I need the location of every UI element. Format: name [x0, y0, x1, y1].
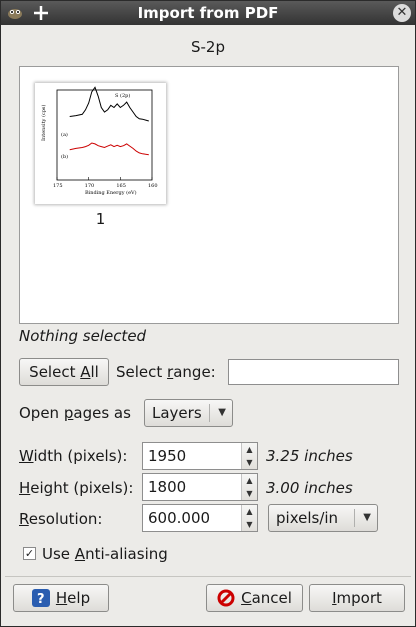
height-label: Height (pixels):	[19, 479, 134, 497]
combo-divider	[354, 509, 355, 527]
antialias-checkbox[interactable]: ✓	[23, 547, 36, 560]
import-button[interactable]: Import	[309, 584, 405, 612]
select-all-button[interactable]: Select All	[19, 358, 109, 386]
x-tick-label-1: 170	[85, 183, 95, 189]
legend-series-a: (a)	[61, 131, 68, 138]
open-pages-as-select[interactable]: Layers ▼	[144, 399, 233, 427]
open-pages-as-value: Layers	[152, 404, 202, 422]
page-thumbnail[interactable]: Intensity (cps) S (2p) (a) (b) 175 170 165…	[35, 83, 166, 204]
help-label: Help	[55, 589, 91, 607]
select-range-label: Select range:	[116, 363, 216, 381]
svg-text:?: ?	[37, 592, 45, 607]
spin-up-icon[interactable]: ▲	[242, 505, 257, 518]
resolution-unit-value: pixels/in	[276, 509, 339, 527]
cancel-icon	[217, 589, 235, 607]
x-tick-label-3: 160	[148, 183, 158, 189]
x-tick-label-2: 165	[116, 183, 126, 189]
spin-down-icon[interactable]: ▼	[242, 518, 257, 531]
series-line-0	[69, 86, 149, 122]
spin-down-icon[interactable]: ▼	[242, 456, 257, 469]
width-inches-hint: 3.25 inches	[266, 447, 353, 465]
y-axis-label: Intensity (cps)	[40, 105, 47, 141]
resolution-label: Resolution:	[19, 510, 103, 528]
import-label: Import	[332, 589, 382, 607]
plot-frame	[56, 89, 153, 181]
width-label: Width (pixels):	[19, 447, 128, 465]
spin-up-icon[interactable]: ▲	[242, 474, 257, 487]
antialias-label[interactable]: Use Anti-aliasing	[42, 545, 168, 563]
help-icon: ?	[31, 589, 50, 607]
x-axis-label: Binding Energy (eV)	[85, 189, 137, 196]
chart-title: S (2p)	[115, 92, 130, 99]
close-icon[interactable]: ✕	[393, 4, 411, 22]
thumbnail-chart: Intensity (cps) S (2p) (a) (b) 175 170 165…	[40, 86, 158, 196]
page-number: 1	[95, 210, 106, 228]
combo-divider	[209, 404, 210, 422]
height-value: 1800	[148, 478, 187, 496]
height-spinbutton[interactable]: 1800 ▲ ▼	[142, 473, 258, 501]
width-stepper[interactable]: ▲ ▼	[241, 443, 257, 469]
cancel-label: Cancel	[241, 589, 292, 607]
resolution-unit-select[interactable]: pixels/in ▼	[268, 504, 378, 532]
height-inches-hint: 3.00 inches	[266, 479, 353, 497]
series-line-1	[69, 142, 149, 156]
resolution-spinbutton[interactable]: 600.000 ▲ ▼	[142, 504, 258, 532]
chevron-down-icon: ▼	[218, 407, 226, 418]
resolution-value: 600.000	[148, 509, 211, 527]
spin-up-icon[interactable]: ▲	[242, 443, 257, 456]
selection-status: Nothing selected	[19, 327, 147, 345]
width-spinbutton[interactable]: 1950 ▲ ▼	[142, 442, 258, 470]
file-title: S-2p	[191, 38, 225, 56]
title-bar[interactable]: Import from PDF ✕	[1, 1, 415, 25]
width-value: 1950	[148, 447, 187, 465]
select-all-label: Select All	[29, 363, 99, 381]
page-preview-area[interactable]: Intensity (cps) S (2p) (a) (b) 175 170 165…	[19, 66, 399, 324]
window-title: Import from PDF	[137, 4, 279, 22]
height-stepper[interactable]: ▲ ▼	[241, 474, 257, 500]
separator	[5, 576, 411, 577]
select-range-input[interactable]	[228, 359, 399, 385]
import-dialog: Import from PDF ✕ S-2p Intensity (cps) S…	[0, 0, 416, 627]
spin-down-icon[interactable]: ▼	[242, 487, 257, 500]
legend-series-b: (b)	[61, 153, 68, 160]
resolution-stepper[interactable]: ▲ ▼	[241, 505, 257, 531]
cancel-button[interactable]: Cancel	[206, 584, 303, 612]
x-tick-label-0: 175	[53, 183, 63, 189]
open-pages-as-label: Open pages as	[19, 404, 131, 422]
chevron-down-icon: ▼	[363, 512, 371, 523]
help-button[interactable]: ? Help	[13, 584, 109, 612]
